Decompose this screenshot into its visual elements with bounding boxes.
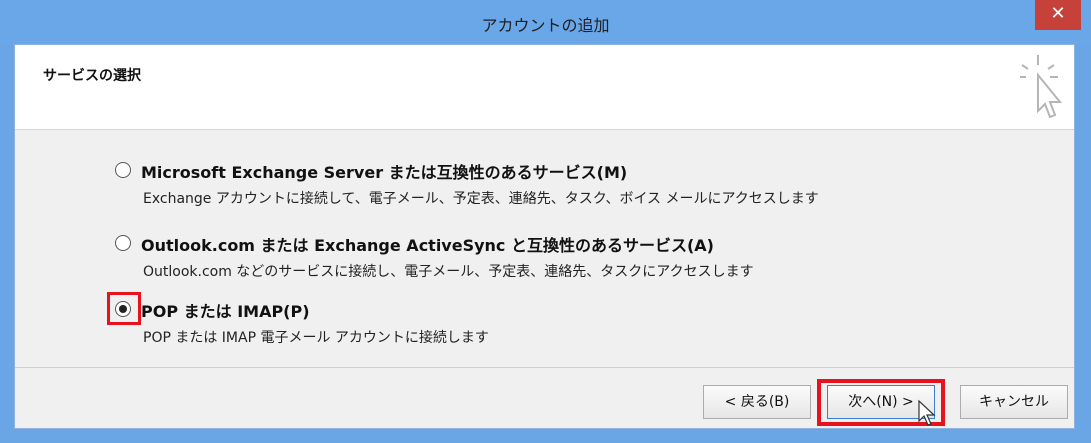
- radio-exchange[interactable]: [115, 162, 131, 178]
- mouse-cursor-icon: [918, 399, 936, 426]
- window-title: アカウントの追加: [481, 16, 610, 35]
- back-button[interactable]: < 戻る(B): [703, 385, 811, 419]
- radio-highlight-box: [107, 292, 141, 325]
- option-outlook-label: Outlook.com または Exchange ActiveSync と互換性…: [141, 236, 714, 255]
- title-bar: アカウントの追加 ✕: [0, 0, 1091, 44]
- account-dialog: サービスの選択 Microsoft Exchange Server または互換性…: [14, 44, 1075, 429]
- option-exchange-description: Exchange アカウントに接続して、電子メール、予定表、連絡先、タスク、ボイ…: [143, 191, 819, 207]
- option-pop-imap-description: POP または IMAP 電子メール アカウントに接続します: [143, 330, 489, 346]
- close-button[interactable]: ✕: [1035, 0, 1081, 30]
- option-pop-imap-label: POP または IMAP(P): [141, 302, 310, 321]
- dialog-header: サービスの選択: [15, 45, 1074, 130]
- option-exchange-label: Microsoft Exchange Server または互換性のあるサービス(…: [141, 163, 628, 182]
- radio-outlook[interactable]: [115, 235, 131, 251]
- footer-divider: [15, 367, 1074, 368]
- option-outlook-description: Outlook.com などのサービスに接続し、電子メール、予定表、連絡先、タス…: [143, 264, 754, 280]
- wizard-cursor-icon: [1020, 55, 1063, 119]
- cancel-button[interactable]: キャンセル: [960, 385, 1068, 419]
- page-title: サービスの選択: [43, 68, 141, 84]
